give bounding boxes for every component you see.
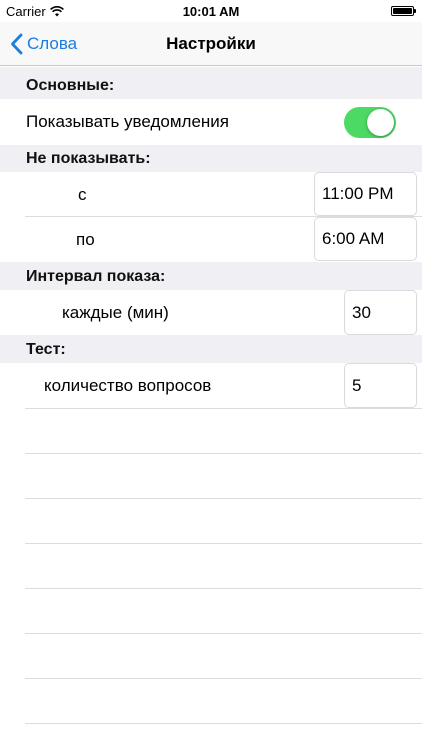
section-header-do-not-show: Не показывать: bbox=[0, 145, 422, 172]
notifications-toggle[interactable] bbox=[344, 107, 396, 138]
empty-row-separator bbox=[25, 723, 422, 724]
from-time-field[interactable]: 11:00 PM bbox=[314, 172, 417, 216]
row-to-time: по 6:00 AM bbox=[0, 217, 422, 262]
empty-row-separator bbox=[25, 408, 422, 409]
page-title: Настройки bbox=[166, 34, 256, 53]
empty-row-separator bbox=[25, 543, 422, 544]
to-time-field[interactable]: 6:00 AM bbox=[314, 217, 417, 261]
empty-row-separator bbox=[25, 498, 422, 499]
row-question-count: количество вопросов 5 bbox=[0, 363, 422, 408]
empty-row-separator bbox=[25, 453, 422, 454]
toggle-knob bbox=[367, 109, 394, 136]
show-notifications-label: Показывать уведомления bbox=[26, 112, 229, 131]
battery-icon bbox=[391, 6, 416, 16]
status-bar: Carrier 10:01 AM bbox=[0, 0, 422, 22]
interval-label: каждые (мин) bbox=[62, 302, 169, 322]
navigation-bar: Слова Настройки bbox=[0, 22, 422, 66]
question-count-label: количество вопросов bbox=[44, 375, 212, 395]
row-from-time: с 11:00 PM bbox=[0, 172, 422, 217]
empty-row-separator bbox=[25, 678, 422, 679]
status-time: 10:01 AM bbox=[182, 4, 240, 19]
settings-screen: Carrier 10:01 AM Слова Настройки Основны… bbox=[0, 0, 422, 750]
empty-row-separator bbox=[25, 588, 422, 589]
section-header-test: Тест: bbox=[0, 335, 422, 363]
row-show-notifications: Показывать уведомления bbox=[0, 99, 422, 145]
section-header-interval: Интервал показа: bbox=[0, 262, 422, 290]
question-count-field[interactable]: 5 bbox=[344, 363, 417, 408]
battery-fill bbox=[393, 8, 412, 14]
from-label: с bbox=[78, 184, 87, 204]
row-interval: каждые (мин) 30 bbox=[0, 290, 422, 335]
section-header-main: Основные: bbox=[0, 67, 422, 99]
to-label: по bbox=[76, 229, 95, 249]
empty-row-separator bbox=[25, 633, 422, 634]
interval-field[interactable]: 30 bbox=[344, 290, 417, 335]
